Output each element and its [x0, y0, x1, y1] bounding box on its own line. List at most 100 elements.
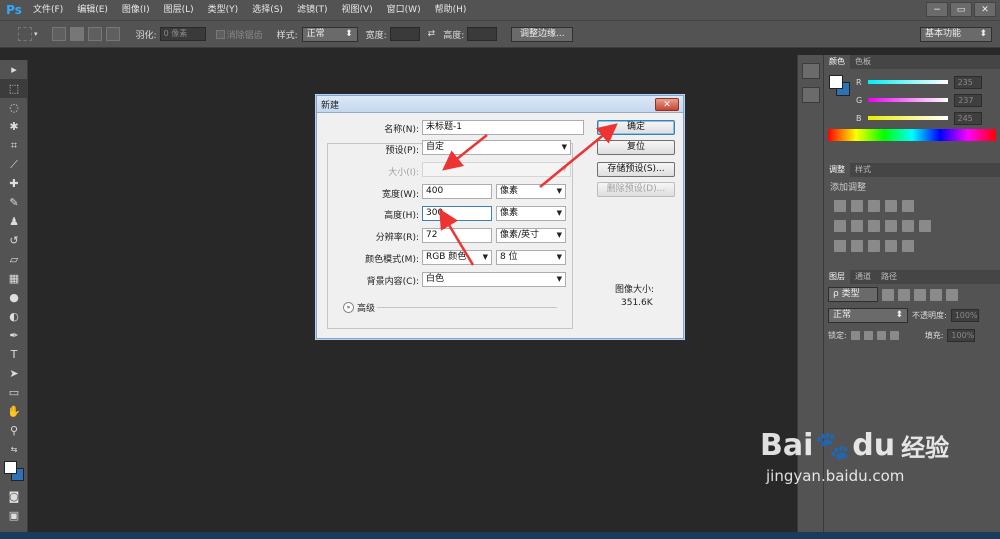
channel-mixer-icon[interactable] [902, 220, 914, 232]
exposure-icon[interactable] [885, 200, 897, 212]
filter-shape-icon[interactable] [930, 288, 942, 301]
selective-color-icon[interactable] [885, 240, 897, 252]
minimize-button[interactable]: − [926, 2, 948, 17]
name-input[interactable]: 未标题-1 [422, 120, 584, 135]
bit-depth-select[interactable]: 8 位 ▼ [496, 250, 566, 265]
menu-type[interactable]: 类型(Y) [201, 0, 246, 20]
refine-edge-button[interactable]: 调整边缘... [511, 26, 574, 42]
healing-brush-icon[interactable]: ✚ [0, 174, 28, 193]
filter-pixel-icon[interactable] [882, 288, 894, 301]
screen-mode-icon[interactable]: ▣ [0, 506, 28, 525]
g-slider[interactable] [868, 98, 949, 102]
history-brush-icon[interactable]: ↺ [0, 231, 28, 250]
vibrance-icon[interactable] [902, 200, 914, 212]
filter-smart-icon[interactable] [946, 288, 958, 301]
feather-input[interactable]: 0 像素 [159, 27, 206, 41]
fill-input[interactable]: 100% [947, 329, 976, 342]
style-select[interactable]: 正常 ⬍ [301, 26, 358, 42]
subtract-selection-icon[interactable] [87, 27, 102, 41]
pen-tool-icon[interactable]: ✒ [0, 326, 28, 345]
tab-layers[interactable]: 图层 [824, 270, 850, 284]
r-slider[interactable] [867, 80, 948, 84]
blur-tool-icon[interactable]: ● [0, 288, 28, 307]
brush-tool-icon[interactable]: ✎ [0, 193, 28, 212]
history-icon[interactable] [802, 63, 820, 79]
shape-tool-icon[interactable]: ▭ [0, 383, 28, 402]
lock-pixels-icon[interactable] [850, 331, 860, 340]
curves-icon[interactable] [868, 200, 880, 212]
stamp-tool-icon[interactable]: ♟ [0, 212, 28, 231]
close-window-button[interactable]: ✕ [974, 2, 996, 17]
foreground-color[interactable] [4, 461, 17, 474]
menu-image[interactable]: 图像(I) [115, 0, 157, 20]
resolution-unit-select[interactable]: 像素/英寸 ▼ [496, 228, 566, 243]
width-input[interactable] [389, 27, 420, 41]
crop-tool-icon[interactable]: ⌗ [0, 136, 28, 155]
lookup-icon[interactable] [919, 220, 931, 232]
swap-icon[interactable]: ⇄ [428, 29, 436, 39]
threshold-icon[interactable] [868, 240, 880, 252]
height-input[interactable]: 300 [422, 206, 492, 221]
brightness-icon[interactable] [834, 200, 846, 212]
preset-select[interactable]: 自定 ▼ [422, 140, 571, 155]
reset-button[interactable]: 复位 [597, 140, 675, 155]
filter-adjust-icon[interactable] [898, 288, 910, 301]
dodge-tool-icon[interactable]: ◐ [0, 307, 28, 326]
eyedropper-icon[interactable]: ⟋ [0, 155, 28, 174]
tab-swatches[interactable]: 色板 [850, 55, 876, 69]
balance-icon[interactable] [851, 220, 863, 232]
menu-select[interactable]: 选择(S) [245, 0, 290, 20]
advanced-toggle[interactable]: » 高级 [343, 301, 375, 314]
height-unit-select[interactable]: 像素 ▼ [496, 206, 566, 221]
b-value[interactable]: 245 [953, 111, 982, 125]
intersect-selection-icon[interactable] [105, 27, 120, 41]
menu-filter[interactable]: 滤镜(T) [290, 0, 335, 20]
blend-mode-select[interactable]: 正常 ⬍ [828, 308, 908, 323]
path-select-icon[interactable]: ➤ [0, 364, 28, 383]
dialog-close-button[interactable]: ✕ [655, 98, 679, 111]
bw-icon[interactable] [868, 220, 880, 232]
posterize-icon[interactable] [851, 240, 863, 252]
antialias-checkbox[interactable] [215, 29, 225, 39]
save-preset-button[interactable]: 存储预设(S)... [597, 162, 675, 177]
lasso-tool-icon[interactable]: ◌ [0, 98, 28, 117]
lock-all-icon[interactable] [889, 331, 899, 340]
menu-help[interactable]: 帮助(H) [428, 0, 474, 20]
lock-move-icon[interactable] [876, 331, 886, 340]
new-selection-icon[interactable] [51, 27, 66, 41]
photo-filter-icon[interactable] [885, 220, 897, 232]
r-value[interactable]: 235 [953, 75, 982, 89]
invert-icon[interactable] [834, 240, 846, 252]
marquee-tool-icon[interactable] [18, 27, 32, 41]
filter-type-icon[interactable] [914, 288, 926, 301]
color-mode-select[interactable]: RGB 颜色 ▼ [422, 250, 492, 265]
ok-button[interactable]: 确定 [597, 120, 675, 135]
width-input[interactable]: 400 [422, 184, 492, 199]
hue-icon[interactable] [834, 220, 846, 232]
move-tool-icon[interactable]: ▸ [0, 60, 28, 79]
magic-wand-icon[interactable]: ✱ [0, 117, 28, 136]
resolution-input[interactable]: 72 [422, 228, 492, 243]
tab-adjustments[interactable]: 调整 [824, 163, 850, 177]
zoom-tool-icon[interactable]: ⚲ [0, 421, 28, 440]
add-selection-icon[interactable] [69, 27, 84, 41]
swap-colors-icon[interactable]: ⇆ [0, 440, 28, 459]
background-select[interactable]: 白色 ▼ [422, 272, 566, 287]
menu-layer[interactable]: 图层(L) [157, 0, 201, 20]
workspace-select[interactable]: 基本功能 ⬍ [920, 26, 992, 42]
width-unit-select[interactable]: 像素 ▼ [496, 184, 566, 199]
tab-channels[interactable]: 通道 [850, 270, 876, 284]
tab-color[interactable]: 颜色 [824, 55, 850, 69]
opacity-input[interactable]: 100% [950, 309, 979, 322]
quick-mask-icon[interactable]: ◙ [0, 487, 28, 506]
color-swatches[interactable] [0, 459, 27, 487]
hand-tool-icon[interactable]: ✋ [0, 402, 28, 421]
b-slider[interactable] [867, 116, 948, 120]
menu-window[interactable]: 窗口(W) [380, 0, 428, 20]
levels-icon[interactable] [851, 200, 863, 212]
color-spectrum[interactable] [828, 129, 996, 141]
properties-icon[interactable] [802, 87, 820, 103]
type-tool-icon[interactable]: T [0, 345, 28, 364]
restore-button[interactable]: ▭ [950, 2, 972, 17]
menu-file[interactable]: 文件(F) [26, 0, 70, 20]
